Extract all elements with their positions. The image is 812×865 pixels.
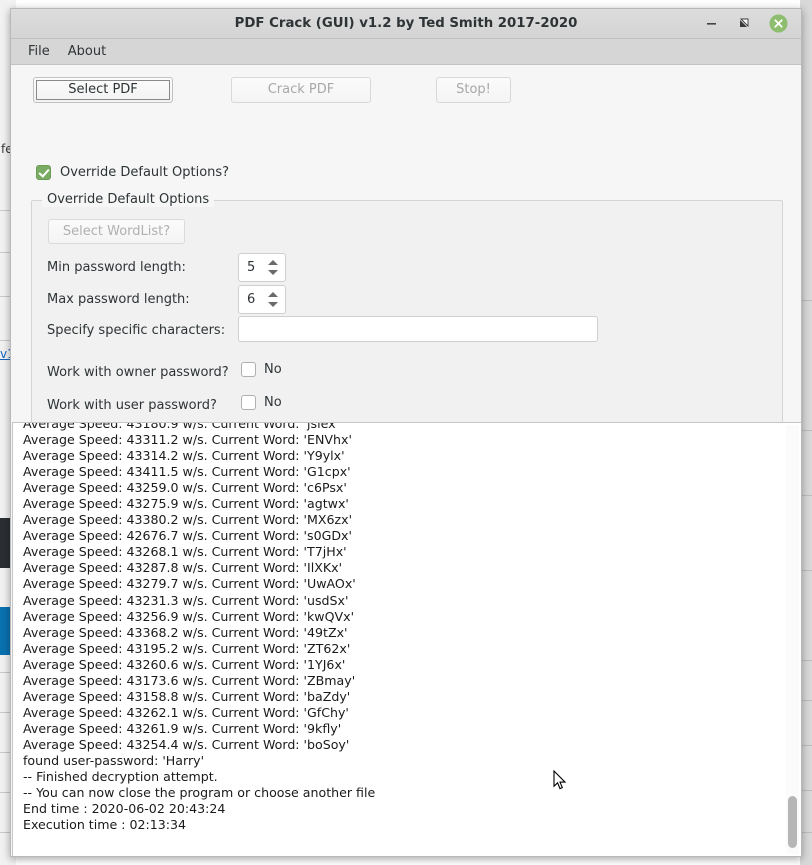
max-password-length-label: Max password length:	[47, 292, 190, 307]
menu-item-file[interactable]: File	[19, 41, 59, 62]
application-window: PDF Crack (GUI) v1.2 by Ted Smith 2017-2…	[10, 8, 802, 857]
select-pdf-button[interactable]: Select PDF	[33, 77, 173, 103]
log-line: Average Speed: 43256.9 w/s. Current Word…	[23, 609, 779, 625]
chevron-down-icon[interactable]	[268, 270, 278, 275]
override-default-options-checkbox[interactable]	[36, 165, 51, 180]
min-stepper-arrows[interactable]	[267, 254, 280, 281]
user-password-checkbox[interactable]	[241, 395, 256, 410]
log-line: Average Speed: 43279.7 w/s. Current Word…	[23, 576, 779, 592]
action-button-row: Select PDF Crack PDF Stop!	[11, 77, 801, 105]
log-line: -- Finished decryption attempt.	[23, 769, 779, 785]
log-output-text: Average Speed: 43180.9 w/s. Current Word…	[23, 422, 779, 833]
group-box-title: Override Default Options	[42, 192, 214, 207]
specific-characters-label: Specify specific characters:	[47, 323, 225, 338]
log-line: Average Speed: 43411.5 w/s. Current Word…	[23, 464, 779, 480]
chevron-up-icon[interactable]	[268, 292, 278, 297]
log-line: Average Speed: 43268.1 w/s. Current Word…	[23, 544, 779, 560]
log-line: Average Speed: 42676.7 w/s. Current Word…	[23, 528, 779, 544]
close-icon[interactable]	[769, 14, 788, 33]
log-line: Average Speed: 43261.9 w/s. Current Word…	[23, 721, 779, 737]
log-line: Average Speed: 43259.0 w/s. Current Word…	[23, 480, 779, 496]
log-line: found user-password: 'Harry'	[23, 753, 779, 769]
menu-item-about[interactable]: About	[59, 41, 115, 62]
minimize-icon[interactable]	[702, 14, 721, 33]
log-line: Average Speed: 43262.1 w/s. Current Word…	[23, 705, 779, 721]
log-line: -- You can now close the program or choo…	[23, 785, 779, 801]
log-line: Average Speed: 43314.2 w/s. Current Word…	[23, 448, 779, 464]
main-content: Select PDF Crack PDF Stop! Override Defa…	[11, 65, 801, 445]
select-wordlist-button[interactable]: Select WordList?	[48, 219, 185, 244]
log-line: Average Speed: 43173.6 w/s. Current Word…	[23, 673, 779, 689]
stop-button[interactable]: Stop!	[436, 77, 511, 103]
min-password-length-label: Min password length:	[47, 260, 186, 275]
log-line: Execution time : 02:13:34	[23, 817, 779, 833]
log-line: Average Speed: 43195.2 w/s. Current Word…	[23, 641, 779, 657]
max-password-length-value: 6	[247, 286, 255, 313]
min-password-length-value: 5	[247, 254, 255, 281]
user-password-option[interactable]: No	[241, 395, 282, 410]
log-line: Average Speed: 43231.3 w/s. Current Word…	[23, 593, 779, 609]
log-line: End time : 2020-06-02 20:43:24	[23, 801, 779, 817]
owner-password-value: No	[264, 362, 282, 377]
window-title: PDF Crack (GUI) v1.2 by Ted Smith 2017-2…	[11, 9, 801, 38]
override-default-options-row[interactable]: Override Default Options?	[36, 165, 229, 180]
specific-characters-input[interactable]	[238, 316, 598, 342]
owner-password-checkbox[interactable]	[241, 362, 256, 377]
log-scrollbar-thumb[interactable]	[788, 796, 797, 848]
user-password-value: No	[264, 395, 282, 410]
chevron-up-icon[interactable]	[268, 260, 278, 265]
min-password-length-stepper[interactable]: 5	[238, 253, 286, 282]
log-line: Average Speed: 43380.2 w/s. Current Word…	[23, 512, 779, 528]
crack-pdf-button[interactable]: Crack PDF	[231, 77, 371, 103]
log-line: Average Speed: 43260.6 w/s. Current Word…	[23, 657, 779, 673]
log-output-panel[interactable]: Average Speed: 43180.9 w/s. Current Word…	[12, 422, 802, 857]
log-line: Average Speed: 43254.4 w/s. Current Word…	[23, 737, 779, 753]
log-line: Average Speed: 43287.8 w/s. Current Word…	[23, 560, 779, 576]
owner-password-label: Work with owner password?	[47, 365, 229, 380]
override-default-options-label: Override Default Options?	[60, 165, 229, 180]
override-default-options-group: Override Default Options Select WordList…	[31, 200, 783, 453]
menu-bar: File About	[11, 39, 801, 65]
log-line: Average Speed: 43275.9 w/s. Current Word…	[23, 496, 779, 512]
owner-password-option[interactable]: No	[241, 362, 282, 377]
log-line: Average Speed: 43311.2 w/s. Current Word…	[23, 432, 779, 448]
chevron-down-icon[interactable]	[268, 302, 278, 307]
title-bar[interactable]: PDF Crack (GUI) v1.2 by Ted Smith 2017-2…	[11, 9, 801, 39]
max-stepper-arrows[interactable]	[267, 286, 280, 313]
user-password-label: Work with user password?	[47, 398, 217, 413]
log-line: Average Speed: 43158.8 w/s. Current Word…	[23, 689, 779, 705]
log-scrollbar[interactable]	[786, 425, 799, 854]
restore-icon[interactable]	[735, 14, 754, 33]
max-password-length-stepper[interactable]: 6	[238, 285, 286, 314]
log-line: Average Speed: 43180.9 w/s. Current Word…	[23, 422, 779, 432]
log-line: Average Speed: 43368.2 w/s. Current Word…	[23, 625, 779, 641]
